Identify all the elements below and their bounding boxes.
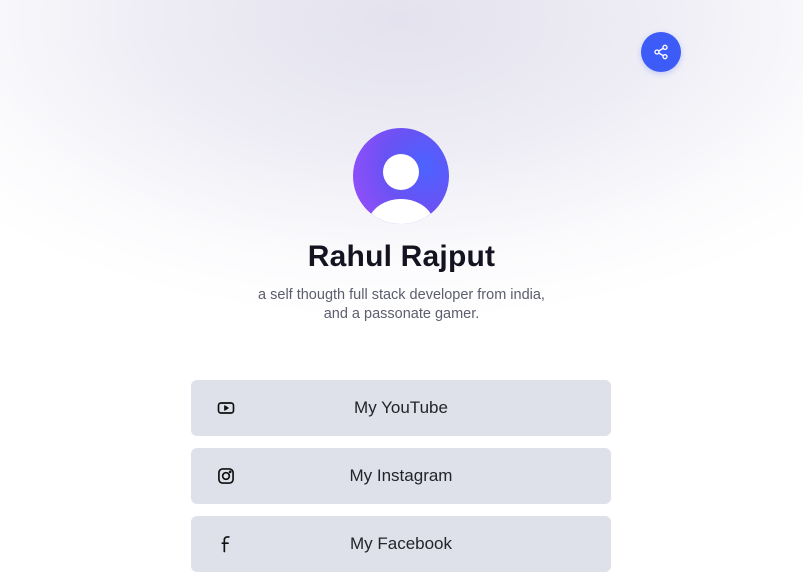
share-button[interactable] <box>641 32 681 72</box>
youtube-icon <box>215 397 237 419</box>
profile-bio-line: and a passonate gamer. <box>323 306 480 322</box>
user-avatar-icon <box>368 154 434 224</box>
profile-name: Rahul Rajput <box>307 240 496 273</box>
link-label: My Instagram <box>349 466 453 485</box>
facebook-link-button[interactable]: My Facebook <box>191 516 611 572</box>
link-label: My YouTube <box>354 398 448 417</box>
profile-bio-line: a self thougth full stack developer from… <box>258 287 545 303</box>
youtube-link-button[interactable]: My YouTube <box>191 380 611 436</box>
instagram-icon <box>215 465 237 487</box>
instagram-link-button[interactable]: My Instagram <box>191 448 611 504</box>
link-label: My Facebook <box>349 534 453 553</box>
profile-bio: a self thougth full stack developer from… <box>0 286 803 324</box>
avatar <box>353 128 449 224</box>
share-icon <box>653 44 669 60</box>
facebook-icon <box>215 533 237 555</box>
